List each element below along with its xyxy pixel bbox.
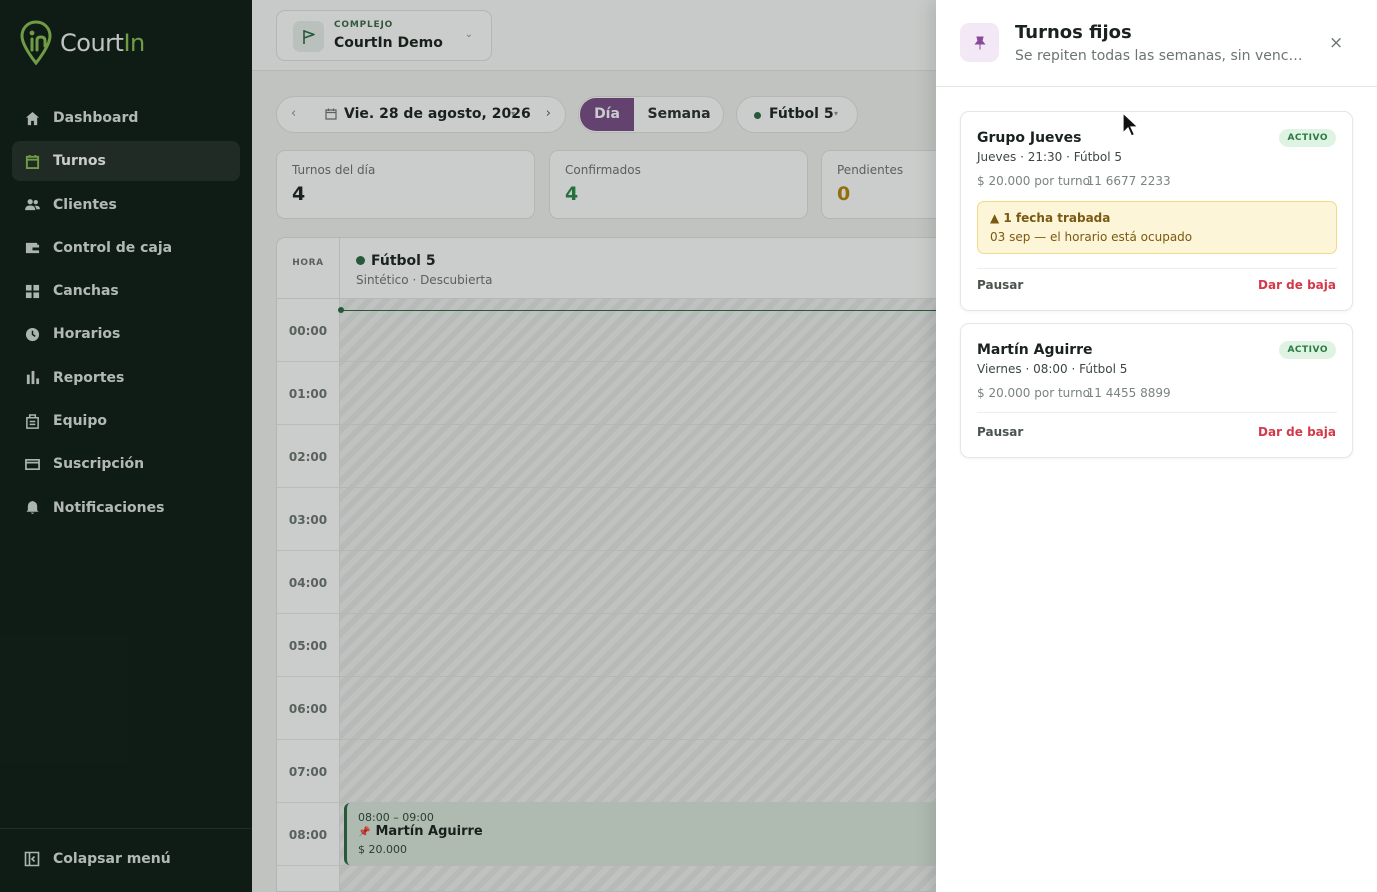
warning-title: ▲ 1 fecha trabada (990, 211, 1111, 225)
card-phone: · 11 6677 2233 (1079, 174, 1171, 188)
divider (977, 268, 1337, 269)
cancel-subscription-button[interactable]: Dar de baja (1258, 278, 1336, 292)
modal-backdrop[interactable] (0, 0, 936, 892)
conflict-warning: ▲ 1 fecha trabada 03 sep — el horario es… (977, 201, 1337, 254)
drawer-title: Turnos fijos (1015, 22, 1132, 43)
fixed-booking-card: Martín Aguirre ACTIVO Viernes · 08:00 · … (960, 323, 1353, 458)
pin-icon (960, 23, 999, 62)
card-name: Grupo Jueves (977, 130, 1082, 146)
fixed-booking-card: Grupo Jueves ACTIVO Jueves · 21:30 · Fút… (960, 111, 1353, 311)
close-icon[interactable]: × (1329, 33, 1343, 53)
drawer-subtitle: Se repiten todas las semanas, sin venci.… (1015, 48, 1305, 64)
card-schedule: Jueves · 21:30 · Fútbol 5 (977, 150, 1123, 164)
status-badge: ACTIVO (1279, 341, 1336, 359)
card-price: $ 20.000 por turno (977, 174, 1090, 188)
mouse-cursor-icon (1122, 112, 1140, 137)
card-name: Martín Aguirre (977, 342, 1093, 358)
card-price: $ 20.000 por turno (977, 386, 1090, 400)
card-phone: · 11 4455 8899 (1079, 386, 1171, 400)
cancel-subscription-button[interactable]: Dar de baja (1258, 425, 1336, 439)
card-schedule: Viernes · 08:00 · Fútbol 5 (977, 362, 1128, 376)
warning-detail: 03 sep — el horario está ocupado (990, 230, 1193, 244)
status-badge: ACTIVO (1279, 129, 1336, 147)
drawer-header: Turnos fijos Se repiten todas las semana… (936, 0, 1377, 87)
pause-button[interactable]: Pausar (977, 425, 1023, 439)
fixed-bookings-drawer: Turnos fijos Se repiten todas las semana… (936, 0, 1377, 892)
warning-icon: ▲ (990, 211, 1004, 225)
divider (977, 412, 1337, 413)
pause-button[interactable]: Pausar (977, 278, 1023, 292)
